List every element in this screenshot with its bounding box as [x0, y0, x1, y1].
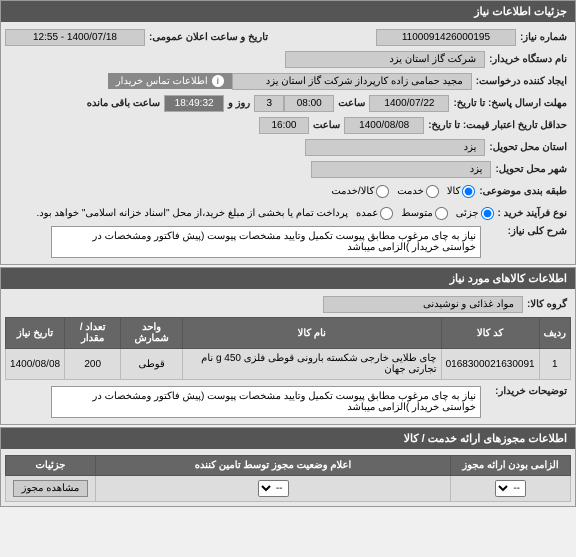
- col-name: نام کالا: [182, 318, 441, 349]
- permits-header-row: الزامی بودن ارائه مجوز اعلام وضعیت مجوز …: [6, 456, 571, 476]
- purchase-type-label: نوع فرآیند خرید :: [494, 208, 571, 219]
- radio-motevasset[interactable]: متوسط: [401, 207, 447, 220]
- niaz-number-value: 1100091426000195: [376, 29, 516, 46]
- deadline-label: مهلت ارسال پاسخ: تا تاریخ:: [449, 98, 571, 109]
- permit-mandatory-select[interactable]: --: [495, 480, 526, 497]
- radio-khord-input[interactable]: [481, 207, 494, 220]
- announce-label: تاریخ و ساعت اعلان عمومی:: [145, 32, 272, 43]
- item-group-value: مواد غذائی و نوشیدنی: [323, 296, 523, 313]
- col-status: اعلام وضعیت مجوز توسط تامین کننده: [96, 456, 451, 476]
- buyer-notes-text: نیاز به چای مرغوب مطابق پیوست تکمیل وتای…: [51, 386, 481, 418]
- purchase-radio-group: جزئی متوسط عمده: [356, 207, 494, 220]
- col-row-num: ردیف: [539, 318, 570, 349]
- validity-time-label: ساعت: [309, 120, 344, 131]
- requester-value: مجید حمامی زاده کارپرداز شرکت گاز استان …: [232, 73, 472, 90]
- permit-mandatory-cell: --: [451, 476, 571, 502]
- view-permit-button[interactable]: مشاهده مجوز: [13, 480, 89, 497]
- table-header-row: ردیف کد کالا نام کالا واحد شمارش تعداد /…: [6, 318, 571, 349]
- col-qty: تعداد / مقدار: [65, 318, 121, 349]
- delivery-state-label: استان محل تحویل:: [485, 142, 571, 153]
- col-code: کد کالا: [441, 318, 539, 349]
- items-table: ردیف کد کالا نام کالا واحد شمارش تعداد /…: [5, 317, 571, 380]
- cell-name: چای طلایی خارجی شکسته بارونی قوطی فلزی 4…: [182, 349, 441, 380]
- cell-n: 1: [539, 349, 570, 380]
- buyer-org-label: نام دستگاه خریدار:: [485, 54, 571, 65]
- permits-header: اطلاعات مجوزهای ارائه خدمت / کالا: [1, 428, 575, 449]
- desc-text: نیاز به چای مرغوب مطابق پیوست تکمیل وتای…: [51, 226, 481, 258]
- permit-row: -- -- مشاهده مجوز: [6, 476, 571, 502]
- validity-label: حداقل تاریخ اعتبار قیمت: تا تاریخ:: [424, 120, 571, 131]
- delivery-city: یزد: [311, 161, 491, 178]
- delivery-city-label: شهر محل تحویل:: [491, 164, 571, 175]
- radio-omde[interactable]: عمده: [356, 207, 393, 220]
- validity-date: 1400/08/08: [344, 117, 424, 134]
- buyer-notes-label: توضیحات خریدار:: [481, 386, 571, 397]
- cell-qty: 200: [65, 349, 121, 380]
- radio-omde-input[interactable]: [380, 207, 393, 220]
- cell-unit: قوطی: [121, 349, 183, 380]
- permit-status-select[interactable]: --: [258, 480, 289, 497]
- cell-code: 0168300021630091: [441, 349, 539, 380]
- contact-buyer-link[interactable]: i اطلاعات تماس خریدار: [108, 73, 232, 89]
- permits-table: الزامی بودن ارائه مجوز اعلام وضعیت مجوز …: [5, 455, 571, 502]
- days-label: روز و: [224, 98, 254, 109]
- contact-link-text: اطلاعات تماس خریدار: [116, 76, 208, 87]
- info-icon: i: [212, 75, 224, 87]
- item-group-label: گروه کالا:: [523, 299, 571, 310]
- deadline-time-label: ساعت: [334, 98, 369, 109]
- desc-label: شرح کلی نیاز:: [481, 226, 571, 237]
- cell-date: 1400/08/08: [6, 349, 65, 380]
- main-header: جزئیات اطلاعات نیاز: [1, 1, 575, 22]
- col-unit: واحد شمارش: [121, 318, 183, 349]
- group-label: طبقه بندی موضوعی:: [475, 186, 571, 197]
- niaz-number-label: شماره نیاز:: [516, 32, 571, 43]
- deadline-time: 08:00: [284, 95, 334, 112]
- items-header: اطلاعات کالاهای مورد نیاز: [1, 268, 575, 289]
- purchase-note: پرداخت تمام یا بخشی از مبلغ خرید،از محل …: [36, 208, 356, 219]
- announce-value: 1400/07/18 - 12:55: [5, 29, 145, 46]
- remaining-label: ساعت باقی مانده: [83, 98, 164, 109]
- radio-both[interactable]: کالا/خدمت: [331, 185, 389, 198]
- days-value: 3: [254, 95, 284, 112]
- radio-motevasset-input[interactable]: [435, 207, 448, 220]
- remaining-time: 18:49:32: [164, 95, 224, 112]
- classification-radio-group: کالا خدمت کالا/خدمت: [331, 185, 475, 198]
- col-details: جزئیات: [6, 456, 96, 476]
- col-date: تاریخ نیاز: [6, 318, 65, 349]
- permit-status-cell: --: [96, 476, 451, 502]
- deadline-date: 1400/07/22: [369, 95, 449, 112]
- radio-kala-input[interactable]: [462, 185, 475, 198]
- radio-khord[interactable]: جزئی: [456, 207, 494, 220]
- radio-khadamat[interactable]: خدمت: [397, 185, 439, 198]
- delivery-state: یزد: [305, 139, 485, 156]
- radio-khadamat-input[interactable]: [426, 185, 439, 198]
- validity-time: 16:00: [259, 117, 309, 134]
- requester-label: ایجاد کننده درخواست:: [472, 76, 571, 87]
- permit-details-cell: مشاهده مجوز: [6, 476, 96, 502]
- col-mandatory: الزامی بودن ارائه مجوز: [451, 456, 571, 476]
- table-row: 1 0168300021630091 چای طلایی خارجی شکسته…: [6, 349, 571, 380]
- radio-kala[interactable]: کالا: [447, 185, 476, 198]
- radio-both-input[interactable]: [376, 185, 389, 198]
- buyer-org-value: شرکت گاز استان یزد: [285, 51, 485, 68]
